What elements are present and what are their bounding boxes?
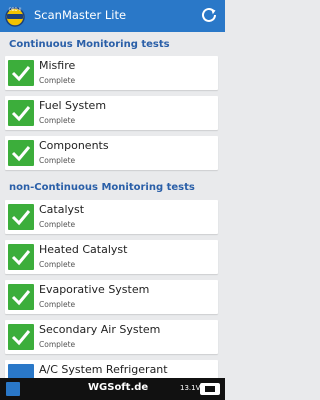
check-icon	[8, 60, 34, 86]
voltage-readout: 13.1V	[180, 384, 201, 392]
monitoring-tests-list: Continuous Monitoring tests Misfire Comp…	[0, 32, 225, 378]
test-title: A/C System Refrigerant	[39, 363, 168, 376]
test-status: Complete	[39, 116, 76, 125]
test-item[interactable]: Catalyst Complete	[5, 200, 218, 234]
test-title: Fuel System	[39, 99, 107, 112]
test-title: Secondary Air System	[39, 323, 161, 336]
test-item[interactable]: Secondary Air System Complete	[5, 320, 218, 354]
app-bar: OBD-II ScanMaster Lite	[0, 0, 225, 32]
test-item[interactable]: Fuel System Complete	[5, 96, 218, 130]
test-item[interactable]: Heated Catalyst Complete	[5, 240, 218, 274]
status-bar: WGSoft.de 13.1V	[0, 378, 225, 400]
check-icon	[8, 244, 34, 270]
test-item[interactable]: Misfire Complete	[5, 56, 218, 90]
test-status: Complete	[39, 76, 76, 85]
test-status: Complete	[39, 220, 76, 229]
brand-label: WGSoft.de	[88, 382, 149, 393]
test-item[interactable]: Evaporative System Complete	[5, 280, 218, 314]
test-title: Heated Catalyst	[39, 243, 128, 256]
test-status: Complete	[39, 260, 76, 269]
test-item[interactable]: A/C System Refrigerant	[5, 360, 218, 378]
test-title: Evaporative System	[39, 283, 150, 296]
test-title: Misfire	[39, 59, 76, 72]
check-icon	[8, 204, 34, 230]
refresh-icon[interactable]	[199, 6, 219, 26]
test-title: Components	[39, 139, 109, 152]
check-icon	[8, 284, 34, 310]
test-status: Complete	[39, 156, 76, 165]
obd-logo-icon: OBD-II	[5, 7, 25, 27]
section-header-continuous: Continuous Monitoring tests	[9, 39, 170, 50]
test-status: Complete	[39, 340, 76, 349]
app-notification-icon	[6, 382, 20, 396]
app-title: ScanMaster Lite	[34, 8, 127, 22]
svg-text:OBD-II: OBD-II	[9, 7, 22, 12]
check-icon	[8, 364, 34, 378]
check-icon	[8, 100, 34, 126]
section-header-non-continuous: non-Continuous Monitoring tests	[9, 182, 195, 193]
test-item[interactable]: Components Complete	[5, 136, 218, 170]
check-icon	[8, 140, 34, 166]
test-title: Catalyst	[39, 203, 85, 216]
test-status: Complete	[39, 300, 76, 309]
obd-adapter-icon	[200, 383, 220, 395]
check-icon	[8, 324, 34, 350]
